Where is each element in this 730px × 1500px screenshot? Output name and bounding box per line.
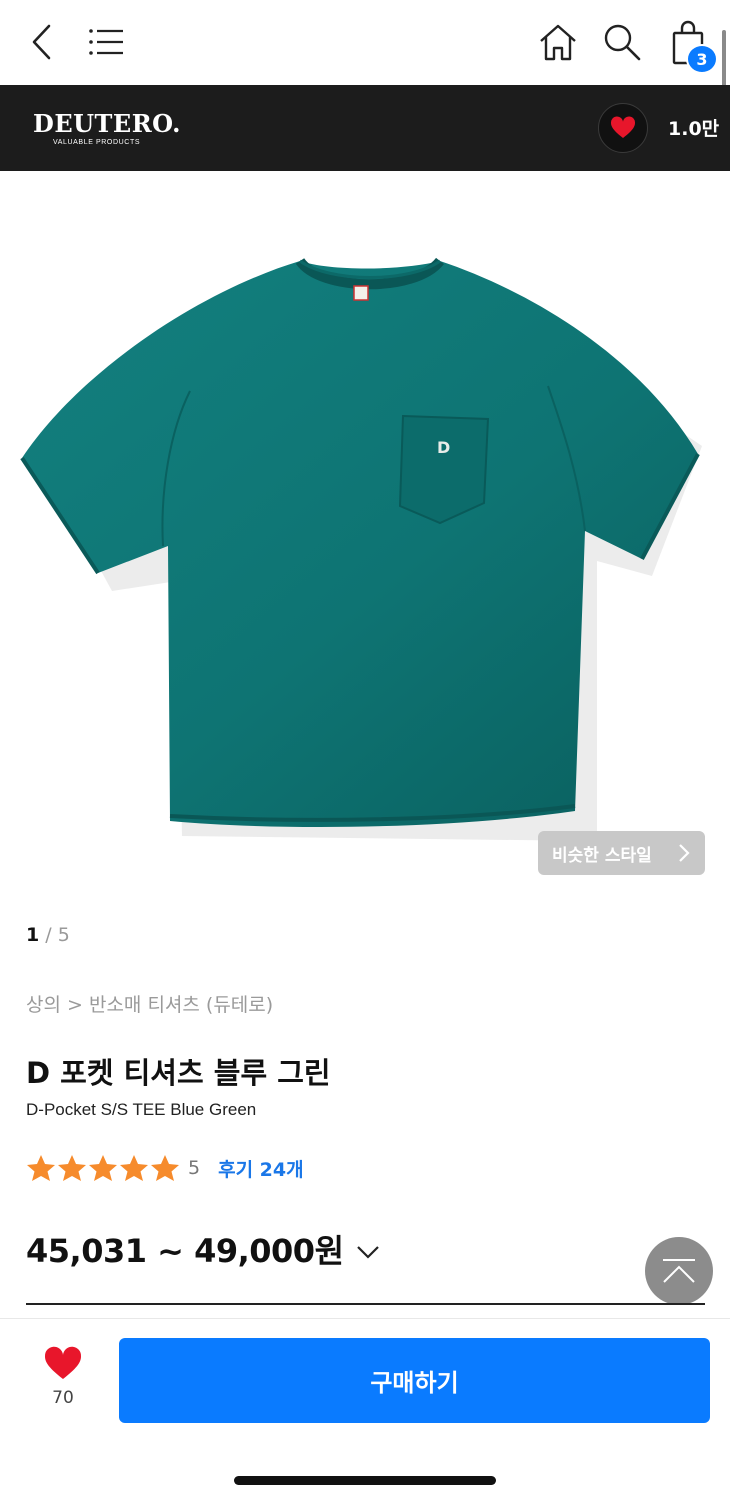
- home-button[interactable]: [534, 16, 582, 68]
- scrollbar[interactable]: [722, 30, 726, 88]
- brand-logo[interactable]: DEUTERO. VALUABLE PRODUCTS: [33, 109, 181, 146]
- star-icon: [151, 1155, 179, 1181]
- rating-score: 5: [188, 1157, 201, 1179]
- wishlist-button[interactable]: 70: [36, 1346, 90, 1416]
- brand-like-button[interactable]: [598, 103, 648, 153]
- pager-current: 1: [26, 924, 40, 946]
- back-arrow-icon: [32, 24, 51, 60]
- product-image[interactable]: D: [0, 171, 730, 891]
- star-rating: [26, 1154, 180, 1182]
- scroll-to-top-button[interactable]: [645, 1237, 713, 1305]
- heart-icon: [610, 116, 636, 138]
- star-icon: [120, 1155, 148, 1181]
- wishlist-count: 70: [52, 1388, 74, 1408]
- category-breadcrumb[interactable]: 상의 > 반소매 티셔츠 (듀테로): [26, 990, 273, 1017]
- pager-separator: /: [39, 924, 58, 946]
- price-range: 45,031 ~ 49,000원: [26, 1232, 344, 1270]
- pager-total: 5: [57, 924, 70, 946]
- star-icon: [27, 1155, 55, 1181]
- star-icon: [89, 1155, 117, 1181]
- brand-tagline: VALUABLE PRODUCTS: [53, 139, 141, 146]
- home-indicator[interactable]: [234, 1476, 496, 1485]
- heart-icon: [44, 1346, 82, 1379]
- similar-style-button[interactable]: 비슷한 스타일: [538, 831, 705, 875]
- star-icon: [58, 1155, 86, 1181]
- reviews-link[interactable]: 후기 24개: [218, 1155, 304, 1182]
- menu-list-icon: [89, 29, 123, 55]
- product-title: D 포켓 티셔츠 블루 그린: [26, 1056, 331, 1090]
- price-row[interactable]: 45,031 ~ 49,000원: [26, 1226, 380, 1272]
- product-title-english: D-Pocket S/S TEE Blue Green: [26, 1100, 257, 1119]
- similar-style-label: 비슷한 스타일: [552, 845, 652, 866]
- brand-name: DEUTERO.: [33, 109, 181, 138]
- search-icon: [604, 24, 641, 61]
- home-icon: [540, 24, 576, 61]
- section-divider: [26, 1303, 705, 1305]
- menu-button[interactable]: [82, 18, 132, 66]
- chevron-right-icon: [679, 844, 690, 862]
- search-button[interactable]: [598, 16, 646, 68]
- pocket-logo: D: [437, 438, 450, 457]
- cart-count-badge: 3: [686, 44, 718, 74]
- top-navigation-bar: 3: [0, 0, 730, 88]
- rating-row: 5 후기 24개: [26, 1152, 304, 1184]
- tshirt-image: D: [20, 257, 702, 841]
- buy-button[interactable]: 구매하기: [119, 1338, 710, 1423]
- brand-like-count: 1.0만: [668, 118, 720, 140]
- scroll-up-icon: [663, 1259, 695, 1283]
- back-button[interactable]: [20, 18, 64, 66]
- chevron-down-icon[interactable]: [356, 1245, 380, 1259]
- image-pager: 1 / 5: [26, 924, 70, 946]
